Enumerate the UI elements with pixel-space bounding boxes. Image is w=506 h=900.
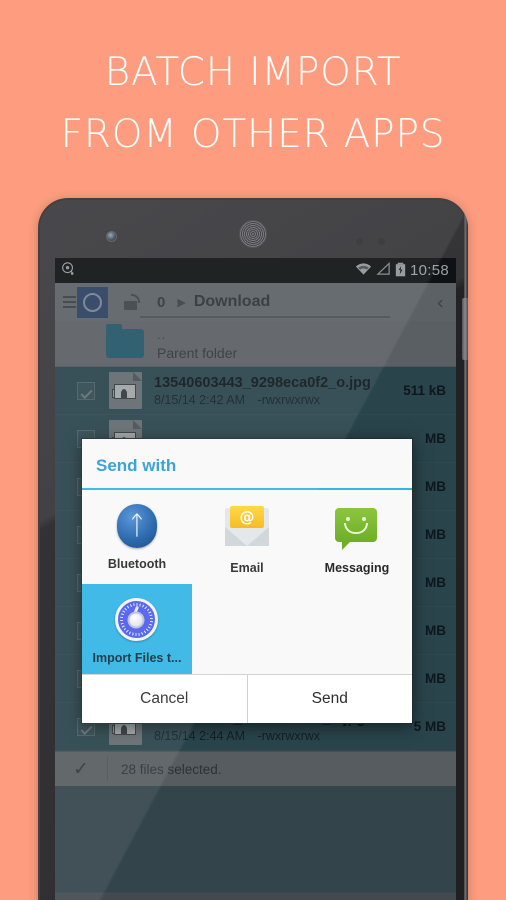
light-sensor-icon (378, 238, 385, 245)
app-option-email[interactable]: @ Email (192, 490, 302, 584)
cancel-button[interactable]: Cancel (82, 675, 247, 723)
app-option-messaging[interactable]: Messaging (302, 490, 412, 584)
app-option-label: Import Files t... (92, 651, 182, 665)
promo-headline-line2: FROM OTHER APPS (60, 112, 446, 157)
bluetooth-icon: ᛏ (116, 504, 157, 548)
dialog-title: Send with (82, 439, 412, 490)
promo-headline: BATCH IMPORT FROM OTHER APPS (0, 42, 506, 166)
proximity-sensor-icon (356, 238, 363, 245)
earpiece-speaker-icon (239, 220, 267, 248)
send-with-dialog: Send with ᛏ Bluetooth @ Email Messaging … (81, 438, 413, 724)
power-button[interactable] (462, 298, 468, 360)
app-option-label: Bluetooth (107, 557, 167, 571)
app-option-label: Email (230, 561, 264, 575)
app-option-bluetooth[interactable]: ᛏ Bluetooth (82, 490, 192, 584)
phone-mockup: 10:58 0 ▶ Download ‹ .. Parent folder 13… (38, 198, 468, 900)
promo-headline-line1: BATCH IMPORT (104, 50, 402, 95)
messaging-icon (334, 508, 379, 552)
device-screen: 10:58 0 ▶ Download ‹ .. Parent folder 13… (55, 258, 456, 900)
send-button[interactable]: Send (246, 675, 413, 723)
app-option-label: Messaging (324, 561, 390, 575)
front-camera-icon (106, 231, 117, 242)
dialog-button-bar: Cancel Send (82, 674, 412, 723)
vault-app-icon (114, 598, 159, 642)
app-option-import-files[interactable]: Import Files t... (82, 584, 192, 674)
email-icon: @ (224, 506, 269, 552)
app-chooser-grid: ᛏ Bluetooth @ Email Messaging Import Fil… (82, 490, 412, 674)
